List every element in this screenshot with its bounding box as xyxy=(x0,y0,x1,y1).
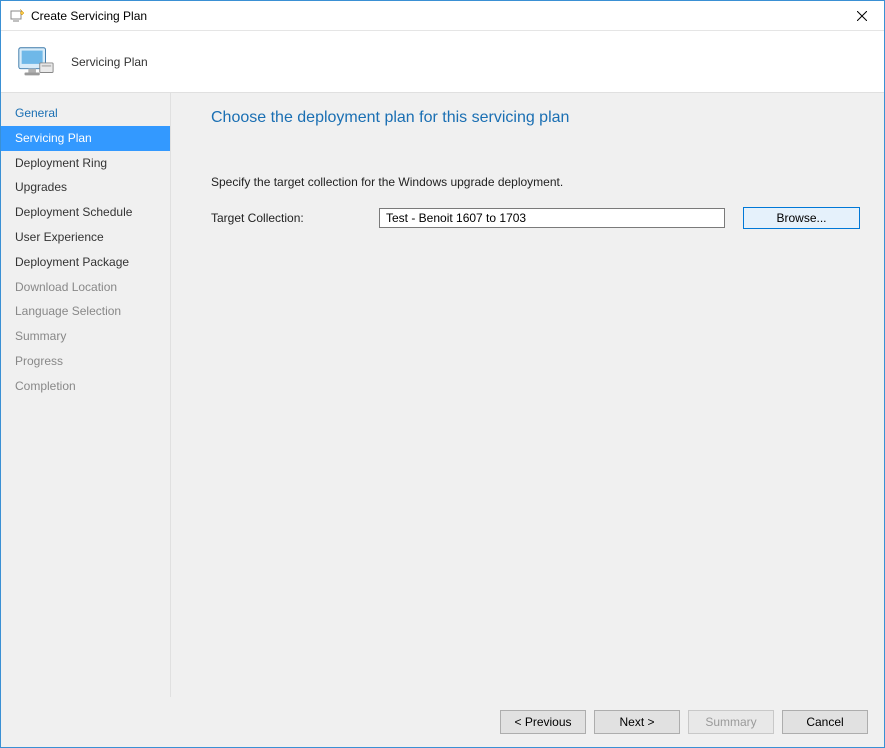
wizard-window: Create Servicing Plan Servicing Plan Gen… xyxy=(0,0,885,748)
sidebar-item-completion: Completion xyxy=(1,374,170,399)
cancel-button[interactable]: Cancel xyxy=(782,710,868,734)
main-panel: Choose the deployment plan for this serv… xyxy=(171,93,884,697)
wizard-icon xyxy=(15,42,55,82)
header-band: Servicing Plan xyxy=(1,31,884,93)
window-title: Create Servicing Plan xyxy=(31,9,147,23)
close-button[interactable] xyxy=(839,1,884,30)
sidebar-item-download-location: Download Location xyxy=(1,275,170,300)
header-title: Servicing Plan xyxy=(71,55,148,69)
sidebar-item-progress: Progress xyxy=(1,349,170,374)
sidebar-item-summary: Summary xyxy=(1,324,170,349)
sidebar-item-language-selection: Language Selection xyxy=(1,299,170,324)
browse-button[interactable]: Browse... xyxy=(743,207,860,229)
instruction-text: Specify the target collection for the Wi… xyxy=(211,175,860,189)
target-collection-input[interactable] xyxy=(379,208,725,228)
summary-button: Summary xyxy=(688,710,774,734)
sidebar-item-deployment-schedule[interactable]: Deployment Schedule xyxy=(1,200,170,225)
sidebar-item-deployment-ring[interactable]: Deployment Ring xyxy=(1,151,170,176)
wizard-body: General Servicing Plan Deployment Ring U… xyxy=(1,93,884,697)
next-button[interactable]: Next > xyxy=(594,710,680,734)
sidebar-item-deployment-package[interactable]: Deployment Package xyxy=(1,250,170,275)
app-icon xyxy=(9,8,25,24)
sidebar: General Servicing Plan Deployment Ring U… xyxy=(1,93,171,697)
sidebar-item-user-experience[interactable]: User Experience xyxy=(1,225,170,250)
page-heading: Choose the deployment plan for this serv… xyxy=(211,109,860,127)
sidebar-item-general[interactable]: General xyxy=(1,101,170,126)
target-collection-row: Target Collection: Browse... xyxy=(211,207,860,229)
target-collection-label: Target Collection: xyxy=(211,211,371,225)
footer: < Previous Next > Summary Cancel xyxy=(1,697,884,747)
titlebar: Create Servicing Plan xyxy=(1,1,884,31)
sidebar-item-servicing-plan[interactable]: Servicing Plan xyxy=(1,126,170,151)
previous-button[interactable]: < Previous xyxy=(500,710,586,734)
sidebar-item-upgrades[interactable]: Upgrades xyxy=(1,175,170,200)
